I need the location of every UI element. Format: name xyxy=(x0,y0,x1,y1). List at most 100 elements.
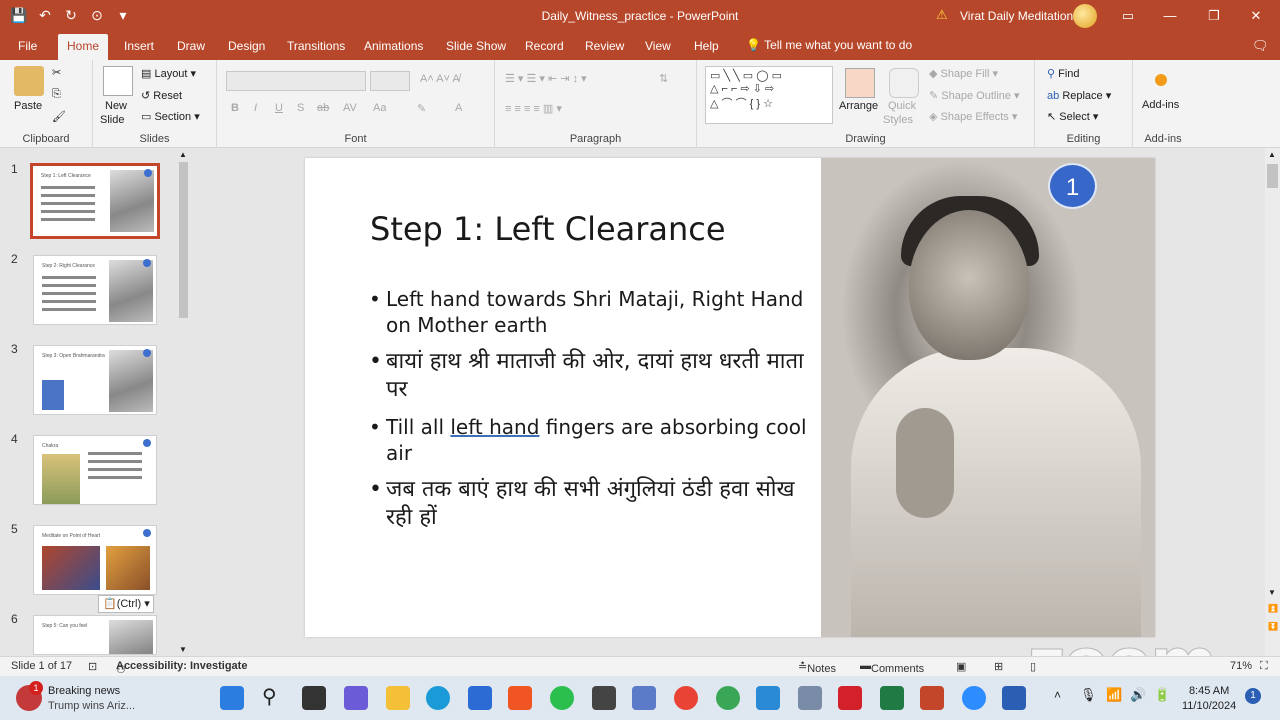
tab-record[interactable]: Record xyxy=(525,39,564,53)
arrange-button[interactable]: Arrange xyxy=(839,100,878,112)
minimize-icon[interactable]: — xyxy=(1160,6,1180,26)
reading-view-icon[interactable]: ▯ xyxy=(1030,660,1036,673)
editor-scrollbar[interactable]: ▲ ▼ ⏫ ⏬ xyxy=(1265,148,1280,656)
remote-desktop-icon[interactable] xyxy=(798,686,822,710)
scrollbar-thumb[interactable] xyxy=(1267,164,1278,188)
edge-icon[interactable] xyxy=(426,686,450,710)
portrait-photo[interactable] xyxy=(821,158,1155,637)
scroll-up-icon[interactable]: ▲ xyxy=(1268,150,1276,159)
quick-styles-button[interactable]: Quick xyxy=(888,100,916,112)
excel-icon[interactable] xyxy=(880,686,904,710)
new-slide-button[interactable]: New xyxy=(105,100,127,112)
volume-icon[interactable]: 🔊 xyxy=(1130,687,1146,703)
underline-icon[interactable]: U xyxy=(275,102,283,114)
chrome-icon[interactable] xyxy=(674,686,698,710)
tell-me-search[interactable]: 💡 Tell me what you want to do xyxy=(746,38,912,52)
notification-badge[interactable]: 1 xyxy=(1245,688,1261,704)
zoom-level[interactable]: 71% xyxy=(1230,660,1252,672)
bullets-icon[interactable]: ☰ ▾ ☰ ▾ ⇤ ⇥ ↕ ▾ xyxy=(505,72,587,85)
paste-icon[interactable] xyxy=(14,66,44,96)
reset-button[interactable]: ↺ Reset xyxy=(141,89,182,102)
tab-review[interactable]: Review xyxy=(585,39,624,53)
store-icon[interactable] xyxy=(468,686,492,710)
font-size-input[interactable] xyxy=(370,71,410,91)
addins-icon[interactable] xyxy=(1155,74,1167,86)
scrollbar-thumb[interactable] xyxy=(179,162,188,318)
tab-home[interactable]: Home xyxy=(58,34,109,60)
shape-outline-button[interactable]: ✎ Shape Outline ▾ xyxy=(929,89,1020,102)
ribbon-display-icon[interactable]: ▭ xyxy=(1118,6,1138,26)
next-slide-icon[interactable]: ⏬ xyxy=(1268,622,1278,631)
slide-thumbnail-3[interactable]: Step 3: Open Brahmarandra xyxy=(33,345,157,415)
char-spacing-icon[interactable]: AV xyxy=(343,102,357,114)
search-icon[interactable]: ⚲ xyxy=(262,684,277,709)
scroll-up-icon[interactable]: ▲ xyxy=(179,150,187,159)
change-case-icon[interactable]: Aa xyxy=(373,102,386,114)
italic-icon[interactable]: I xyxy=(254,102,257,114)
tab-help[interactable]: Help xyxy=(694,39,719,53)
paste-button[interactable]: Paste xyxy=(14,100,42,112)
text-direction-icon[interactable]: ⇅ xyxy=(659,72,668,85)
tab-transitions[interactable]: Transitions xyxy=(287,39,345,53)
shape-fill-button[interactable]: ◆ Shape Fill ▾ xyxy=(929,67,998,80)
quick-styles-button-line2[interactable]: Styles xyxy=(883,114,913,126)
fit-slide-icon[interactable]: ⛶ xyxy=(1260,660,1268,673)
paste-options-popup[interactable]: 📋(Ctrl) ▾ xyxy=(98,595,154,613)
close-icon[interactable]: ✕ xyxy=(1246,6,1266,26)
acrobat-icon[interactable] xyxy=(838,686,862,710)
user-name[interactable]: Virat Daily Meditation xyxy=(960,9,1073,23)
slide-thumbnail-5[interactable]: Meditate on Point of Heart xyxy=(33,525,157,595)
font-color-icon[interactable]: A xyxy=(455,102,462,114)
wifi-icon[interactable]: 📶 xyxy=(1106,687,1122,703)
tab-design[interactable]: Design xyxy=(228,39,265,53)
highlight-icon[interactable]: ✎ xyxy=(417,102,426,115)
strikethrough-icon[interactable]: ab xyxy=(317,102,329,114)
news-widget[interactable]: Breaking news Trump wins Ariz... xyxy=(48,684,135,714)
notes-button[interactable]: ≛ Notes xyxy=(798,660,836,675)
whatsapp-icon[interactable] xyxy=(550,686,574,710)
powerpoint-icon[interactable] xyxy=(920,686,944,710)
slide-title[interactable]: Step 1: Left Clearance xyxy=(370,210,726,248)
chrome-profile-icon[interactable] xyxy=(716,686,740,710)
slide-bullets[interactable]: Left hand towards Shri Mataji, Right Han… xyxy=(367,286,807,542)
new-slide-button-line2[interactable]: Slide xyxy=(100,114,124,126)
photos-icon[interactable] xyxy=(756,686,780,710)
tray-overflow-icon[interactable]: ˄ xyxy=(1054,688,1061,702)
cut-icon[interactable]: ✂ xyxy=(52,66,61,79)
brave-icon[interactable] xyxy=(508,686,532,710)
grow-font-icon[interactable]: A˄ A˅ A̸ xyxy=(420,73,460,85)
chat-icon[interactable] xyxy=(344,686,368,710)
slide-thumbnail-2[interactable]: Step 2: Right Clearance xyxy=(33,255,157,325)
comments-icon[interactable]: 🗨 xyxy=(1252,38,1269,54)
previous-slide-icon[interactable]: ⏫ xyxy=(1268,604,1278,613)
scroll-down-icon[interactable]: ▼ xyxy=(179,645,187,654)
warning-icon[interactable]: ⚠ xyxy=(936,7,948,23)
new-slide-icon[interactable] xyxy=(103,66,133,96)
normal-view-icon[interactable]: ▣ xyxy=(956,660,966,673)
format-painter-icon[interactable]: 🖌 xyxy=(52,110,66,123)
align-icons[interactable]: ≡ ≡ ≡ ≡ ▥ ▾ xyxy=(505,102,562,115)
accessibility-status[interactable]: ⚇ Accessibility: Investigate xyxy=(116,660,247,676)
comments-button[interactable]: ▬ Comments xyxy=(860,660,924,675)
select-button[interactable]: ↖ Select ▾ xyxy=(1047,110,1098,123)
slide-sorter-icon[interactable]: ⊞ xyxy=(994,660,1003,673)
addins-button[interactable]: Add-ins xyxy=(1142,99,1179,111)
word-icon[interactable] xyxy=(1002,686,1026,710)
find-button[interactable]: ⚲ Find xyxy=(1047,67,1080,80)
spelling-icon[interactable]: ⊡ xyxy=(88,660,97,673)
windows-start-icon[interactable] xyxy=(220,686,244,710)
battery-icon[interactable]: 🔋 xyxy=(1154,687,1170,703)
slide-thumbnail-6[interactable]: Step 5: Can you feel xyxy=(33,615,157,655)
task-view-icon[interactable] xyxy=(302,686,326,710)
shapes-gallery[interactable]: ▭ ╲ ╲ ▭ ◯ ▭ △ ⌐ ⌐ ⇨ ⇩ ⇨ △ ⌒ ⌒ { } ☆ xyxy=(705,66,833,124)
scroll-down-icon[interactable]: ▼ xyxy=(1268,588,1276,597)
maximize-icon[interactable]: ❐ xyxy=(1204,6,1224,26)
section-button[interactable]: ▭ Section ▾ xyxy=(141,110,200,123)
bold-icon[interactable]: B xyxy=(231,102,239,114)
slide-canvas[interactable]: Step 1: Left Clearance Left hand towards… xyxy=(305,158,1155,637)
notepad-icon[interactable] xyxy=(632,686,656,710)
quick-styles-icon[interactable] xyxy=(889,68,919,98)
tab-insert[interactable]: Insert xyxy=(124,39,154,53)
tab-animations[interactable]: Animations xyxy=(364,39,423,53)
copy-icon[interactable]: ⎘ xyxy=(52,88,61,101)
